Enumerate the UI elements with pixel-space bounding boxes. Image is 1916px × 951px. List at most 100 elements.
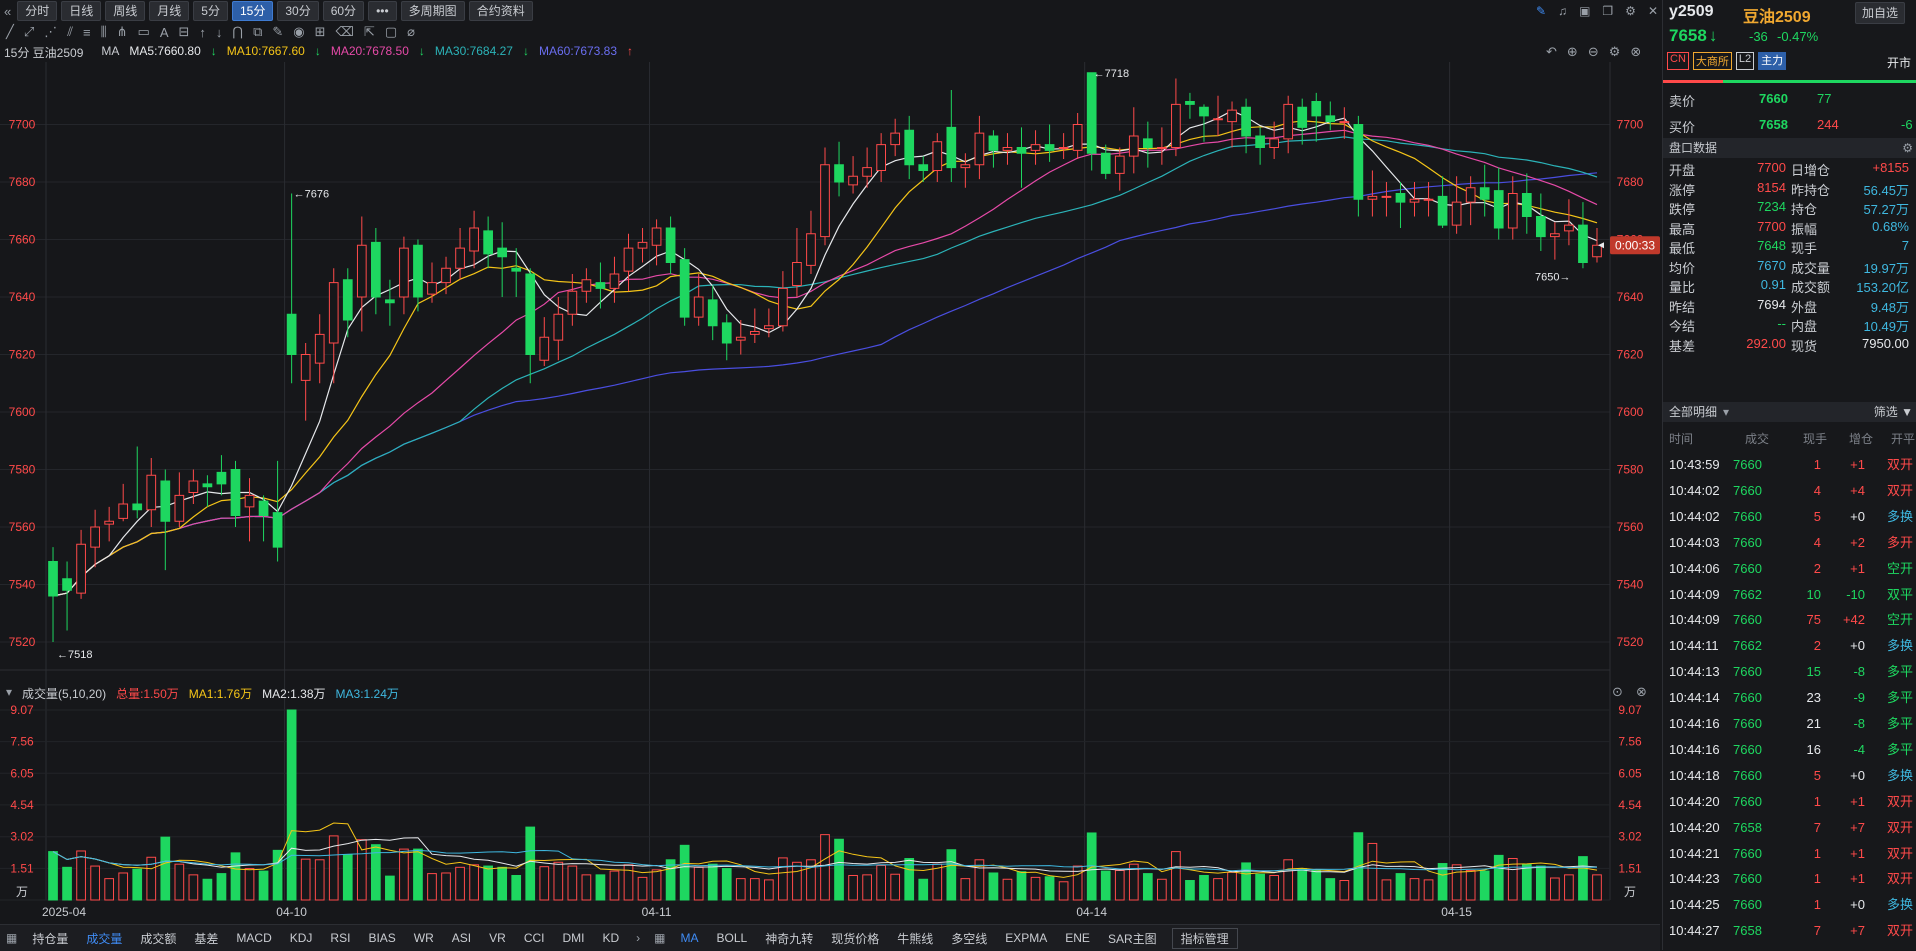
tab-macd[interactable]: MACD [227,931,280,945]
tab-turnover[interactable]: 成交额 [131,930,185,947]
eye-icon[interactable]: ◉ [293,24,304,40]
volume-close-icon[interactable]: ⊗ [1636,684,1647,700]
trade-row[interactable]: 10:43:59 7660 1 +1 双开 [1663,452,1916,478]
trade-row[interactable]: 10:44:23 7660 1 +1 双开 [1663,866,1916,892]
trade-row[interactable]: 10:44:21 7660 1 +1 双开 [1663,841,1916,867]
tab-basis[interactable]: 基差 [185,930,227,947]
grid-icon-2[interactable]: ▦ [648,931,671,945]
edit-icon[interactable]: ✎ [272,24,283,40]
trade-volume: 4 [1813,534,1821,550]
filter-button[interactable]: 筛选 ▼ [1874,402,1913,422]
tab-cci[interactable]: CCI [515,931,554,945]
more-periods-button[interactable]: ••• [368,1,397,21]
tab-wr[interactable]: WR [405,931,443,945]
tab-bull-bear[interactable]: 牛熊线 [888,930,942,947]
tab-expma[interactable]: EXPMA [996,931,1056,945]
trade-row[interactable]: 10:44:20 7658 7 +7 双开 [1663,815,1916,841]
trade-row[interactable]: 10:44:27 7658 7 +7 双开 [1663,918,1916,944]
zoom-in-icon[interactable]: ⊕ [1567,44,1578,60]
comment-icon[interactable]: ▢ [385,24,397,40]
tab-kd[interactable]: KD [593,931,628,945]
add-favorite-button[interactable]: 加自选 [1855,2,1906,24]
trade-row[interactable]: 10:44:20 7660 1 +1 双开 [1663,789,1916,815]
tab-sar[interactable]: SAR主图 [1099,930,1166,947]
tab-vr[interactable]: VR [480,931,515,945]
period-button-60min[interactable]: 60分 [322,1,365,21]
segment-tool-icon[interactable]: ⋰ [44,24,57,40]
tab-long-short[interactable]: 多空线 [942,930,996,947]
indicator-manage-button[interactable]: 指标管理 [1171,927,1238,949]
up-arrow-tool-icon[interactable]: ↑ [199,25,206,40]
ray-tool-icon[interactable]: ⤢ [24,24,34,40]
trade-row[interactable]: 10:44:02 7660 5 +0 多换 [1663,504,1916,530]
period-button-5min[interactable]: 5分 [193,1,228,21]
volume-bar [918,878,929,901]
trade-row[interactable]: 10:44:18 7660 5 +0 多换 [1663,763,1916,789]
trade-row[interactable]: 10:44:09 7660 75 +42 空开 [1663,607,1916,633]
chart-settings-icon[interactable]: ⚙ [1609,44,1621,60]
line-tool-icon[interactable]: ╱ [6,24,14,40]
text-tool-icon[interactable]: A [160,25,169,40]
tab-ma[interactable]: MA [672,931,708,945]
pankou-settings-icon[interactable]: ⚙ [1902,138,1913,158]
undo-icon[interactable]: ↶ [1546,44,1557,60]
grid-icon[interactable]: ▦ [0,931,23,945]
layers-icon[interactable]: ⧉ [253,24,262,40]
close-icon[interactable]: ✕ [1648,4,1658,18]
period-button-month[interactable]: 月线 [149,1,190,21]
measure-tool-icon[interactable]: ⊟ [179,24,190,40]
period-button-15min[interactable]: 15分 [231,1,274,21]
tab-asi[interactable]: ASI [443,931,480,945]
trade-row[interactable]: 10:44:16 7660 16 -4 多平 [1663,737,1916,763]
camera-icon[interactable]: ▣ [1579,4,1590,18]
period-button-30min[interactable]: 30分 [277,1,319,21]
bell-icon[interactable]: ♫ [1558,4,1567,18]
settings-icon[interactable]: ⚙ [1625,4,1636,18]
tab-bias[interactable]: BIAS [359,931,404,945]
trade-row[interactable]: 10:44:06 7660 2 +1 空开 [1663,556,1916,582]
rect-tool-icon[interactable]: ▭ [138,24,150,40]
pitch-tool-icon[interactable]: ⋔ [117,24,128,40]
parallel-tool-icon[interactable]: ⫽ [67,24,73,40]
trade-row[interactable]: 10:44:16 7660 21 -8 多平 [1663,711,1916,737]
lock-icon[interactable]: ⊞ [315,24,326,40]
pen-icon[interactable]: ✎ [1536,4,1546,18]
chevron-right-icon[interactable]: › [628,931,648,945]
fib-tool-icon[interactable]: ≡ [83,25,91,40]
trash-icon[interactable]: ⌫ [336,24,354,40]
down-arrow-tool-icon[interactable]: ↓ [216,25,223,40]
kline-chart[interactable]: 7700770076807680766076607640764076207620… [0,62,1660,924]
trade-row[interactable]: 10:44:25 7660 1 +0 多换 [1663,892,1916,918]
trade-row[interactable]: 10:44:11 7662 2 +0 多换 [1663,633,1916,659]
tab-dmi[interactable]: DMI [553,931,593,945]
zoom-out-icon[interactable]: ⊖ [1588,44,1599,60]
trade-row[interactable]: 10:44:14 7660 23 -9 多平 [1663,685,1916,711]
period-button-fenshi[interactable]: 分时 [17,1,58,21]
tab-volume[interactable]: 成交量 [77,930,131,947]
trade-delta: +7 [1850,923,1865,939]
period-button-week[interactable]: 周线 [105,1,146,21]
tab-ene[interactable]: ENE [1056,931,1099,945]
multi-period-button[interactable]: 多周期图 [400,1,465,21]
tab-kdj[interactable]: KDJ [281,931,322,945]
magnet-icon[interactable]: ⋂ [232,24,243,40]
eraser-icon[interactable]: ⌀ [407,24,415,40]
period-button-day[interactable]: 日线 [61,1,102,21]
back-icon[interactable]: « [4,4,11,19]
chart-close-icon[interactable]: ⊗ [1630,44,1641,60]
contract-info-button[interactable]: 合约资料 [468,1,533,21]
tab-rsi[interactable]: RSI [321,931,359,945]
copy-icon[interactable]: ❐ [1602,4,1613,18]
trade-row[interactable]: 10:44:09 7662 10 -10 双平 [1663,582,1916,608]
bars-tool-icon[interactable]: ⫼ [101,24,107,40]
tab-open-interest[interactable]: 持仓量 [23,930,77,947]
tab-magic-nine[interactable]: 神奇九转 [756,930,822,947]
tab-boll[interactable]: BOLL [708,931,757,945]
export-icon[interactable]: ⇱ [364,24,375,40]
trade-row[interactable]: 10:44:03 7660 4 +2 多开 [1663,530,1916,556]
trade-row[interactable]: 10:44:02 7660 4 +4 双开 [1663,478,1916,504]
volume-settings-icon[interactable]: ⊙ [1612,684,1623,700]
collapse-icon[interactable]: ▾ [6,685,12,702]
trade-row[interactable]: 10:44:13 7660 15 -8 多平 [1663,659,1916,685]
tab-spot-price[interactable]: 现货价格 [822,930,888,947]
